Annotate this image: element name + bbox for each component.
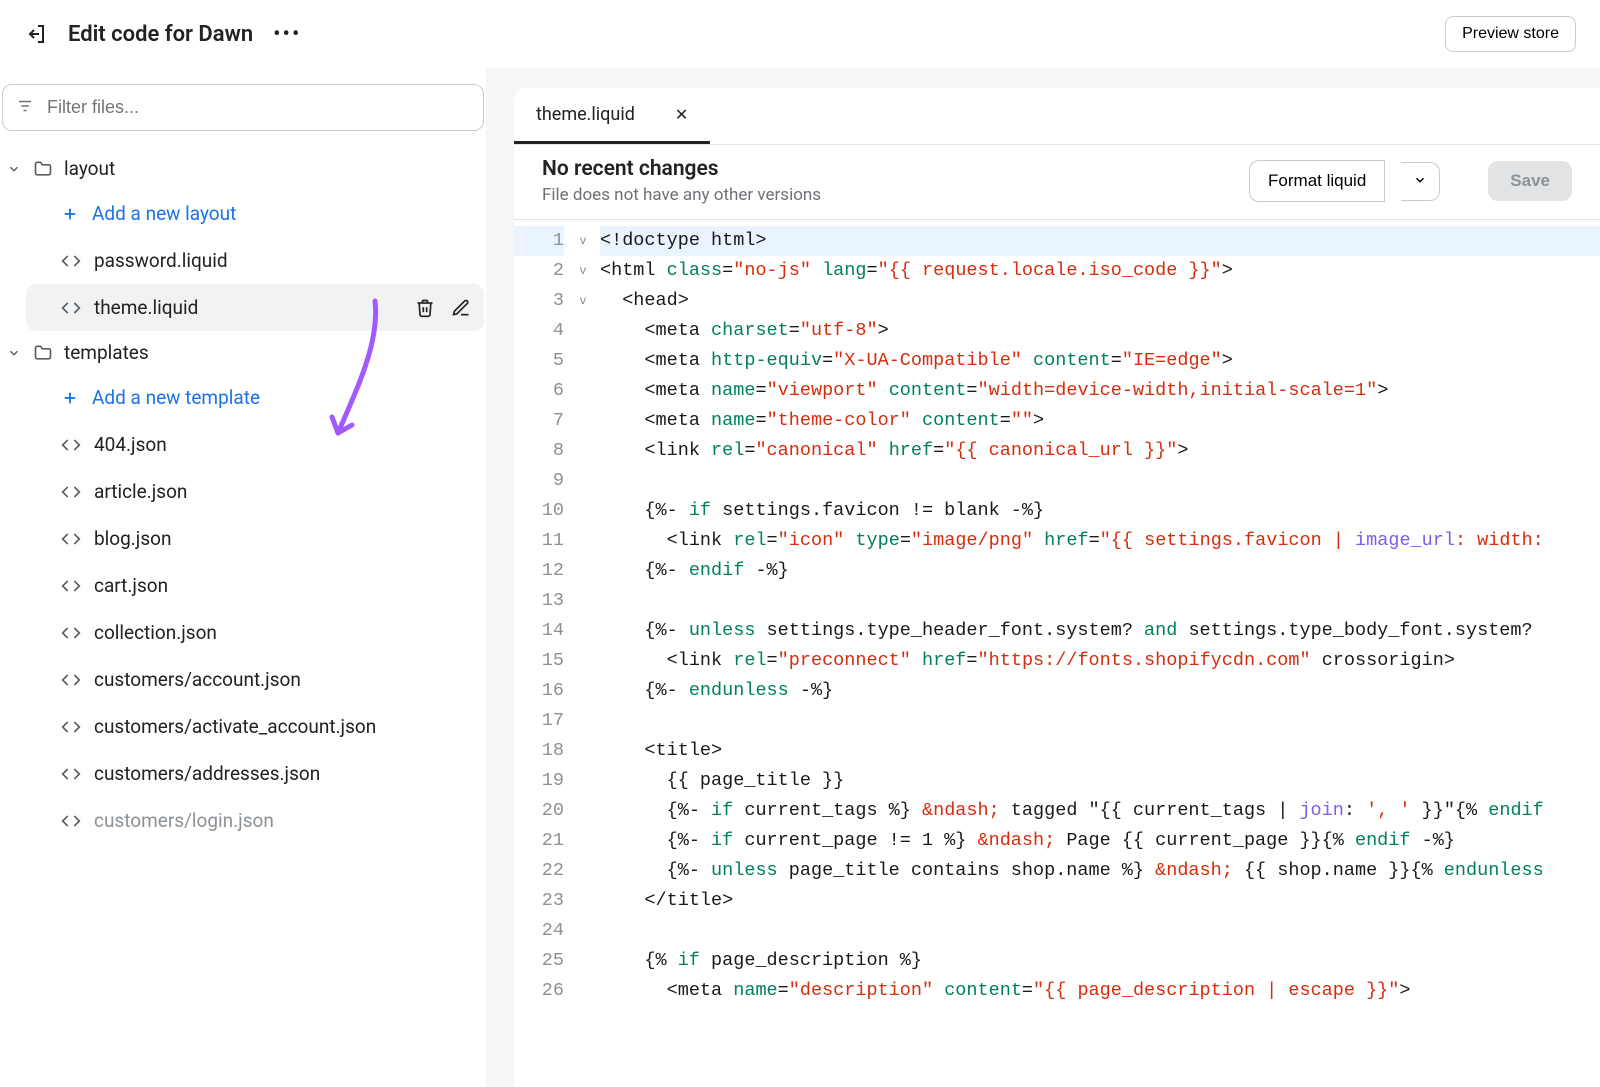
file-article-json[interactable]: article.json [26,468,484,515]
file-label: collection.json [94,621,472,644]
file-customers-addresses-json[interactable]: customers/addresses.json [26,750,484,797]
file-label: article.json [94,480,472,503]
folder-label: templates [64,341,149,364]
changes-title: No recent changes [542,157,1233,181]
file-blog-json[interactable]: blog.json [26,515,484,562]
file-label: customers/activate_account.json [94,715,472,738]
file-sidebar: layout Add a new layout password.liquid … [0,68,486,1087]
file-label: password.liquid [94,249,472,272]
file-label: customers/account.json [94,668,472,691]
code-icon [60,622,82,644]
file-customers-account-json[interactable]: customers/account.json [26,656,484,703]
file-customers-login-json[interactable]: customers/login.json [26,797,484,844]
file-collection-json[interactable]: collection.json [26,609,484,656]
folder-label: layout [64,157,115,180]
exit-icon[interactable] [24,22,48,46]
file-cart-json[interactable]: cart.json [26,562,484,609]
filter-files-input[interactable] [2,84,484,131]
add-layout-button[interactable]: Add a new layout [26,190,484,237]
plus-icon [60,388,80,408]
folder-icon [32,158,54,180]
tab-label: theme.liquid [536,104,635,125]
code-icon [60,250,82,272]
delete-icon[interactable] [414,297,436,319]
more-menu-icon[interactable]: ••• [273,22,301,47]
file-customers-activate_account-json[interactable]: customers/activate_account.json [26,703,484,750]
file-label: customers/login.json [94,809,472,832]
code-icon [60,763,82,785]
filter-icon [16,97,34,119]
folder-layout[interactable]: layout [2,147,484,190]
fold-column: vvv [574,220,592,1069]
edit-icon[interactable] [450,297,472,319]
file-404-json[interactable]: 404.json [26,421,484,468]
editor-panel: theme.liquid ✕ No recent changes File do… [486,68,1600,1087]
code-icon [60,716,82,738]
tab-strip: theme.liquid ✕ [514,88,1600,145]
file-label: blog.json [94,527,472,550]
add-template-button[interactable]: Add a new template [26,374,484,421]
format-dropdown-button[interactable] [1401,162,1440,201]
file-label: 404.json [94,433,472,456]
changes-subtitle: File does not have any other versions [542,185,1233,205]
close-icon[interactable]: ✕ [675,105,688,124]
chevron-down-icon [6,161,22,177]
code-icon [60,669,82,691]
preview-store-button[interactable]: Preview store [1445,16,1576,52]
add-layout-label: Add a new layout [92,202,236,225]
page-title: Edit code for Dawn [68,22,253,47]
format-liquid-button[interactable]: Format liquid [1249,160,1385,202]
folder-icon [32,342,54,364]
chevron-down-icon [6,345,22,361]
code-editor[interactable]: 1234567891011121314151617181920212223242… [514,220,1600,1069]
code-icon [60,810,82,832]
tab-theme-liquid[interactable]: theme.liquid ✕ [514,88,710,144]
code-icon [60,434,82,456]
file-label: customers/addresses.json [94,762,472,785]
code-icon [60,575,82,597]
code-icon [60,528,82,550]
file-label: theme.liquid [94,296,402,319]
editor-toolbar: No recent changes File does not have any… [514,145,1600,220]
code-content[interactable]: <!doctype html><html class="no-js" lang=… [592,220,1600,1069]
header-bar: Edit code for Dawn ••• Preview store [0,0,1600,68]
file-theme-liquid[interactable]: theme.liquid [26,284,484,331]
save-button[interactable]: Save [1488,161,1572,201]
plus-icon [60,204,80,224]
folder-templates[interactable]: templates [2,331,484,374]
add-template-label: Add a new template [92,386,260,409]
file-label: cart.json [94,574,472,597]
code-icon [60,297,82,319]
line-gutter: 1234567891011121314151617181920212223242… [514,220,574,1069]
file-password-liquid[interactable]: password.liquid [26,237,484,284]
code-icon [60,481,82,503]
